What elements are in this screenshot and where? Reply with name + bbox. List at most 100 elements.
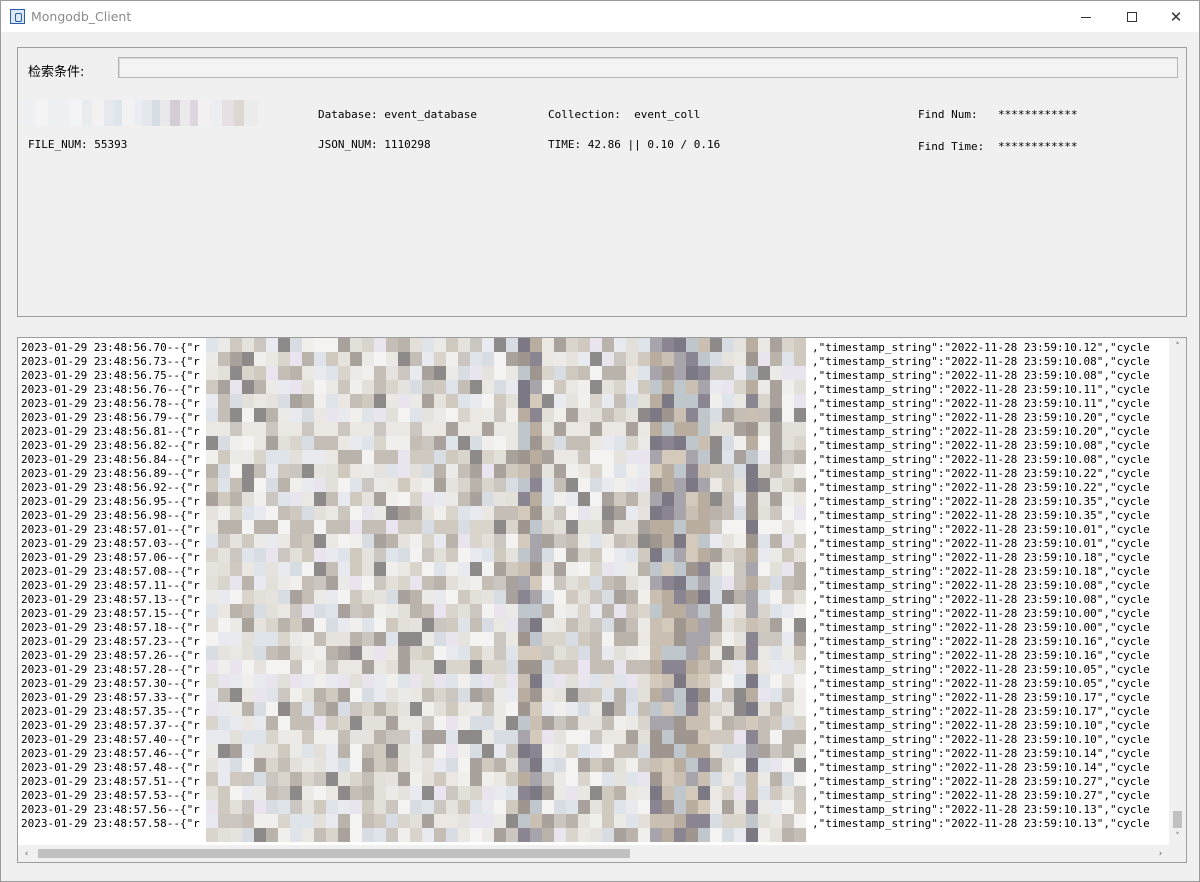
redaction-pixel <box>734 772 746 786</box>
redaction-pixel <box>770 450 782 464</box>
scroll-right-icon[interactable]: › <box>1152 845 1169 862</box>
redaction-pixel <box>206 772 218 786</box>
redaction-pixel <box>230 744 242 758</box>
redaction-pixel <box>758 436 770 450</box>
redaction-pixel <box>230 478 242 492</box>
redaction-pixel <box>254 338 266 352</box>
redaction-pixel <box>614 562 626 576</box>
redaction-pixel <box>494 408 506 422</box>
log-timestamp-string: ,"timestamp_string":"2022-11-28 23:59:10… <box>812 425 1150 438</box>
redaction-pixel <box>758 604 770 618</box>
scroll-up-icon[interactable]: ˄ <box>1169 338 1186 355</box>
redaction-pixel <box>266 632 278 646</box>
log-timestamp: 2023-01-29 23:48:57.48--{"r <box>21 761 200 774</box>
redaction-pixel <box>614 618 626 632</box>
redaction-pixel <box>206 660 218 674</box>
redaction-pixel <box>290 562 302 576</box>
redaction-pixel <box>230 646 242 660</box>
redaction-pixel <box>362 450 374 464</box>
redaction-pixel <box>470 744 482 758</box>
redaction-pixel <box>518 618 530 632</box>
redaction-pixel <box>362 772 374 786</box>
redaction-pixel <box>338 744 350 758</box>
scroll-left-icon[interactable]: ‹ <box>18 845 35 862</box>
redaction-pixel <box>734 814 746 828</box>
redaction-pixel <box>410 744 422 758</box>
close-button[interactable]: ✕ <box>1153 1 1199 32</box>
redaction-pixel <box>554 506 566 520</box>
maximize-button[interactable] <box>1109 1 1155 32</box>
redaction-pixel <box>290 674 302 688</box>
redaction-pixel <box>734 646 746 660</box>
redaction-pixel <box>674 674 686 688</box>
redaction-pixel <box>566 450 578 464</box>
redaction-pixel <box>494 674 506 688</box>
redaction-pixel <box>266 828 278 842</box>
redaction-pixel <box>482 506 494 520</box>
redaction-pixel <box>482 758 494 772</box>
redaction-pixel <box>302 772 314 786</box>
redaction-pixel <box>266 380 278 394</box>
redaction-pixel <box>446 534 458 548</box>
redaction-pixel <box>434 464 446 478</box>
horizontal-scroll-thumb[interactable] <box>38 849 630 858</box>
redaction-pixel <box>374 828 386 842</box>
redaction-pixel <box>410 786 422 800</box>
redaction-pixel <box>266 716 278 730</box>
redaction-pixel <box>614 380 626 394</box>
redaction-pixel <box>326 674 338 688</box>
redaction-pixel <box>350 394 362 408</box>
redaction-pixel <box>602 660 614 674</box>
redaction-pixel <box>506 660 518 674</box>
redaction-pixel <box>398 660 410 674</box>
redaction-pixel <box>770 478 782 492</box>
redaction-pixel <box>734 450 746 464</box>
redaction-pixel <box>566 758 578 772</box>
redaction-pixel <box>470 450 482 464</box>
redaction-pixel <box>530 632 542 646</box>
redaction-pixel <box>398 632 410 646</box>
redaction-pixel <box>734 632 746 646</box>
log-timestamp: 2023-01-29 23:48:56.81--{"r <box>21 425 200 438</box>
redaction-pixel <box>470 800 482 814</box>
redaction-pixel <box>206 814 218 828</box>
redaction-pixel <box>554 646 566 660</box>
redaction-pixel <box>746 660 758 674</box>
redaction-pixel <box>698 506 710 520</box>
redaction-pixel <box>446 688 458 702</box>
redaction-pixel <box>794 590 806 604</box>
redaction-pixel <box>590 814 602 828</box>
redaction-pixel <box>254 702 266 716</box>
title-bar[interactable]: Mongodb_Client ✕ <box>1 1 1199 32</box>
redaction-pixel <box>722 436 734 450</box>
redaction-pixel <box>482 618 494 632</box>
redaction-pixel <box>290 618 302 632</box>
redaction-pixel <box>434 632 446 646</box>
scroll-down-icon[interactable]: ˅ <box>1169 828 1186 845</box>
redaction-pixel <box>638 828 650 842</box>
vertical-scrollbar[interactable]: ˄ ˅ <box>1169 338 1186 845</box>
minimize-button[interactable] <box>1063 1 1109 32</box>
redaction-pixel <box>734 408 746 422</box>
redaction-pixel <box>734 478 746 492</box>
redaction-pixel <box>206 758 218 772</box>
redaction-pixel <box>350 646 362 660</box>
redaction-pixel <box>794 660 806 674</box>
redaction-pixel <box>422 464 434 478</box>
redaction-pixel <box>458 828 470 842</box>
log-output[interactable]: 2023-01-29 23:48:56.70--{"r ,"timestamp_s… <box>17 337 1187 863</box>
redaction-pixel <box>290 702 302 716</box>
redaction-pixel <box>314 716 326 730</box>
redaction-pixel <box>650 576 662 590</box>
redaction-pixel <box>590 548 602 562</box>
redaction-pixel <box>578 366 590 380</box>
vertical-scroll-thumb[interactable] <box>1173 811 1182 828</box>
redaction-pixel <box>614 744 626 758</box>
redaction-pixel <box>278 380 290 394</box>
horizontal-scrollbar[interactable]: ‹ › <box>18 845 1169 862</box>
search-input[interactable] <box>118 57 1178 78</box>
redaction-pixel <box>770 786 782 800</box>
redaction-pixel <box>218 520 230 534</box>
redaction-pixel <box>614 338 626 352</box>
redaction-pixel <box>614 408 626 422</box>
